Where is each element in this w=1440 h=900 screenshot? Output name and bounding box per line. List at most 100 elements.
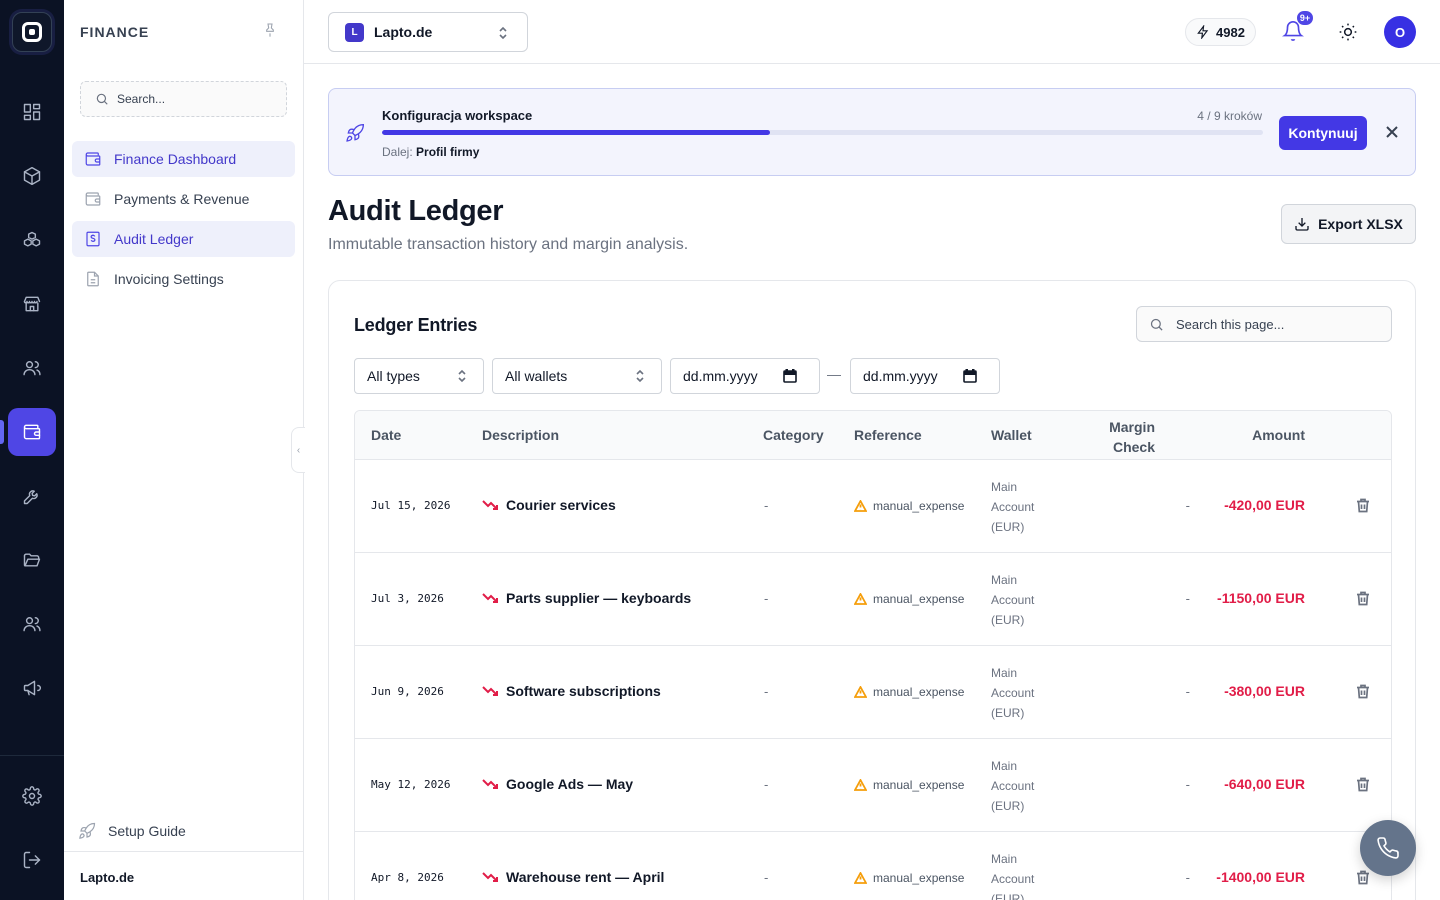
setup-guide-link[interactable]: Setup Guide (78, 822, 186, 840)
rail-finance-button[interactable] (8, 408, 56, 456)
trash-icon (1357, 684, 1369, 699)
column-header-reference[interactable]: Reference (854, 427, 922, 443)
sidebar-item-invoicing-settings[interactable]: Invoicing Settings (72, 261, 295, 297)
call-support-button[interactable] (1360, 820, 1416, 876)
sidebar-item-finance-dashboard[interactable]: Finance Dashboard (72, 141, 295, 177)
sidebar-search-placeholder: Search... (117, 92, 166, 106)
date-to-value: dd.mm.yyyy (863, 368, 938, 384)
table-row[interactable]: Jul 3, 2026 Parts supplier — keyboards -… (355, 553, 1391, 646)
row-description: Parts supplier — keyboards (482, 590, 691, 606)
continue-button[interactable]: Kontynuuj (1279, 116, 1367, 150)
row-reference-text: manual_expense (873, 685, 965, 699)
trending-down-icon (482, 686, 498, 696)
ledger-card-title: Ledger Entries (354, 315, 478, 335)
warning-triangle-icon (854, 500, 867, 512)
theme-toggle-button[interactable] (1338, 22, 1358, 42)
dollar-receipt-icon (86, 231, 100, 247)
workspace-selector[interactable]: L Lapto.de (328, 12, 528, 52)
top-bar: L Lapto.de 4982 9+ O (304, 0, 1440, 64)
wallet-icon (85, 192, 101, 206)
row-description: Google Ads — May (482, 776, 633, 792)
folder-open-icon (23, 553, 41, 567)
next-step-prefix: Dalej: (382, 145, 413, 159)
row-amount: -640,00 EUR (1224, 776, 1305, 792)
trash-icon (1357, 498, 1369, 513)
workspace-initial-badge: L (345, 22, 364, 42)
table-row[interactable]: May 12, 2026 Google Ads — May - manual_e… (355, 739, 1391, 832)
type-filter-value: All types (367, 368, 420, 384)
rail-divider (0, 755, 64, 756)
column-header-wallet[interactable]: Wallet (991, 427, 1032, 443)
rail-dashboard-button[interactable] (8, 88, 56, 136)
row-wallet-line3: (EUR) (991, 799, 1025, 813)
row-wallet: Main Account (EUR) (991, 570, 1051, 630)
type-filter-select[interactable]: All types (354, 358, 484, 394)
ledger-search-placeholder: Search this page... (1176, 316, 1285, 332)
users-icon (23, 361, 41, 376)
delete-entry-button[interactable] (1356, 591, 1370, 606)
sidebar-item-label: Payments & Revenue (114, 191, 250, 207)
table-row[interactable]: Jul 15, 2026 Courier services - manual_e… (355, 460, 1391, 553)
row-reference: manual_expense (854, 499, 964, 513)
row-wallet-line1: Main (991, 852, 1018, 866)
rail-team-button[interactable] (8, 600, 56, 648)
rail-logout-button[interactable] (8, 836, 56, 884)
date-from-input[interactable]: dd.mm.yyyy (670, 358, 820, 394)
pin-sidebar-button[interactable] (262, 22, 278, 38)
table-row[interactable]: Apr 8, 2026 Warehouse rent — April - man… (355, 832, 1391, 900)
table-row[interactable]: Jun 9, 2026 Software subscriptions - man… (355, 646, 1391, 739)
user-avatar[interactable]: O (1384, 16, 1416, 48)
margin-header-line2: Check (1112, 439, 1155, 455)
trash-icon (1357, 870, 1369, 885)
sidebar-item-audit-ledger[interactable]: Audit Ledger (72, 221, 295, 257)
row-category: - (764, 498, 769, 513)
export-xlsx-button[interactable]: Export XLSX (1281, 204, 1416, 244)
finance-sidebar: FINANCE Search... Finance Dashboard Paym… (64, 0, 304, 900)
delete-entry-button[interactable] (1356, 684, 1370, 699)
rail-settings-button[interactable] (8, 772, 56, 820)
rail-products-button[interactable] (8, 152, 56, 200)
row-reference-text: manual_expense (873, 592, 965, 606)
column-header-date[interactable]: Date (371, 427, 401, 443)
chevron-up-down-icon (457, 369, 467, 383)
setup-progress-bar (382, 130, 1263, 135)
calendar-icon (963, 368, 977, 383)
row-reference: manual_expense (854, 871, 964, 885)
column-header-description[interactable]: Description (482, 427, 559, 443)
row-wallet-line2: Account (991, 593, 1035, 607)
rail-active-indicator (0, 420, 4, 444)
row-wallet-line2: Account (991, 779, 1035, 793)
delete-entry-button[interactable] (1356, 777, 1370, 792)
delete-entry-button[interactable] (1356, 870, 1370, 885)
team-icon (23, 617, 41, 632)
wallet-filter-select[interactable]: All wallets (492, 358, 662, 394)
row-amount: -1150,00 EUR (1217, 590, 1305, 606)
sidebar-item-payments-revenue[interactable]: Payments & Revenue (72, 181, 295, 217)
lightning-icon (1197, 25, 1209, 39)
row-description: Software subscriptions (482, 683, 661, 699)
trash-icon (1357, 591, 1369, 606)
date-to-input[interactable]: dd.mm.yyyy (850, 358, 1000, 394)
trending-down-icon (482, 779, 498, 789)
app-logo[interactable] (12, 12, 52, 52)
rail-customers-button[interactable] (8, 344, 56, 392)
column-header-margin-check[interactable]: Margin Check (1095, 417, 1155, 457)
sidebar-search-input[interactable]: Search... (80, 81, 287, 117)
column-header-amount[interactable]: Amount (1205, 427, 1305, 443)
rail-store-button[interactable] (8, 280, 56, 328)
credits-value: 4982 (1216, 24, 1245, 40)
search-icon (1150, 318, 1163, 331)
close-banner-button[interactable] (1385, 125, 1399, 139)
rail-inventory-button[interactable] (8, 216, 56, 264)
rail-marketing-button[interactable] (8, 664, 56, 712)
rail-service-button[interactable] (8, 472, 56, 520)
rail-files-button[interactable] (8, 536, 56, 584)
warning-triangle-icon (854, 779, 867, 791)
credits-badge[interactable]: 4982 (1185, 18, 1256, 46)
sidebar-collapse-handle[interactable]: ‹ (291, 427, 305, 473)
column-header-category[interactable]: Category (763, 427, 824, 443)
delete-entry-button[interactable] (1356, 498, 1370, 513)
setup-guide-label: Setup Guide (108, 823, 186, 839)
sidebar-footer-workspace: Lapto.de (64, 851, 303, 900)
ledger-search-input[interactable]: Search this page... (1136, 306, 1392, 342)
